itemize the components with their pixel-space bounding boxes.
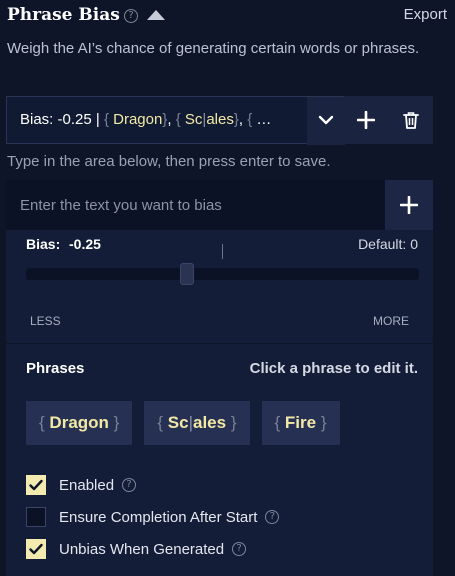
add-phrase-button[interactable] xyxy=(385,180,433,230)
help-icon[interactable]: ? xyxy=(265,510,280,524)
phrase-editor-panel: Bias: -0.25 Default: 0 LESS MORE Phrases… xyxy=(6,180,433,576)
bias-slider[interactable] xyxy=(26,263,419,285)
phrase-chip-list: { Dragon } { Sc|ales } { Fire } xyxy=(26,401,340,445)
phrase-bias-header: Phrase Bias ? Export xyxy=(7,4,447,28)
phrase-chip[interactable]: { Fire } xyxy=(261,401,340,445)
plus-icon xyxy=(400,196,418,214)
help-icon[interactable]: ? xyxy=(232,542,247,556)
phrase-chip-label: Dragon xyxy=(49,413,109,432)
divider xyxy=(6,343,433,344)
bias-select-ellipsis: … xyxy=(256,111,272,128)
unbias-when-generated-label: Unbias When Generated xyxy=(59,540,225,558)
bias-select-prefix: Bias: -0.25 | xyxy=(20,111,100,128)
ensure-completion-label: Ensure Completion After Start xyxy=(59,508,258,526)
default-tick xyxy=(222,244,223,259)
checkmark-icon xyxy=(29,543,43,555)
enabled-label: Enabled xyxy=(59,476,115,494)
phrase-chip-label: Fire xyxy=(284,413,317,432)
help-icon[interactable]: ? xyxy=(122,478,137,492)
bias-select-item: Sc|ales xyxy=(184,111,234,128)
bias-select-text: Bias: -0.25 | { Dragon}, { Sc|ales}, { … xyxy=(20,111,272,128)
collapse-caret-icon[interactable] xyxy=(147,10,165,20)
export-button[interactable]: Export xyxy=(404,6,447,23)
phrase-chip[interactable]: { Dragon } xyxy=(26,401,133,445)
unbias-when-generated-option[interactable]: Unbias When Generated ? xyxy=(26,539,247,559)
help-icon[interactable]: ? xyxy=(124,9,138,23)
section-title: Phrase Bias xyxy=(7,5,120,25)
phrase-chip-label-part-1: Sc xyxy=(167,413,189,432)
bias-select[interactable]: Bias: -0.25 | { Dragon}, { Sc|ales}, { … xyxy=(6,96,345,145)
phrases-title: Phrases xyxy=(26,360,85,377)
add-bias-button[interactable] xyxy=(344,96,389,144)
less-label: LESS xyxy=(30,314,61,328)
bias-slider-thumb[interactable] xyxy=(180,263,195,285)
bias-value: -0.25 xyxy=(69,236,101,252)
bias-select-item-part-2: ales xyxy=(206,111,234,128)
section-description: Weigh the AI’s chance of generating cert… xyxy=(7,40,420,57)
enabled-option[interactable]: Enabled ? xyxy=(26,475,137,495)
phrase-chip-label-part-2: ales xyxy=(192,413,227,432)
plus-icon xyxy=(357,111,375,129)
phrase-input-row xyxy=(6,180,433,230)
bias-select-item-part-1: Sc xyxy=(184,111,203,128)
save-hint: Type in the area below, then press enter… xyxy=(7,153,331,170)
ensure-completion-option[interactable]: Ensure Completion After Start ? xyxy=(26,507,280,527)
phrase-input[interactable] xyxy=(6,180,385,230)
ensure-completion-checkbox[interactable] xyxy=(26,507,46,527)
unbias-when-generated-checkbox[interactable] xyxy=(26,539,46,559)
bias-selector: Bias: -0.25 | { Dragon}, { Sc|ales}, { … xyxy=(6,96,433,145)
phrase-chip[interactable]: { Sc|ales } xyxy=(144,401,250,445)
bias-select-item: Dragon xyxy=(113,111,163,128)
chevron-down-icon[interactable] xyxy=(307,97,345,145)
bias-label: Bias: xyxy=(26,236,61,252)
more-label: MORE xyxy=(373,314,409,328)
delete-bias-button[interactable] xyxy=(389,96,433,144)
enabled-checkbox[interactable] xyxy=(26,475,46,495)
phrase-chip-label: Sc|ales xyxy=(167,413,227,432)
checkmark-icon xyxy=(29,479,43,491)
default-label: Default: 0 xyxy=(358,236,418,252)
phrases-hint: Click a phrase to edit it. xyxy=(249,360,418,377)
trash-icon xyxy=(403,112,419,129)
